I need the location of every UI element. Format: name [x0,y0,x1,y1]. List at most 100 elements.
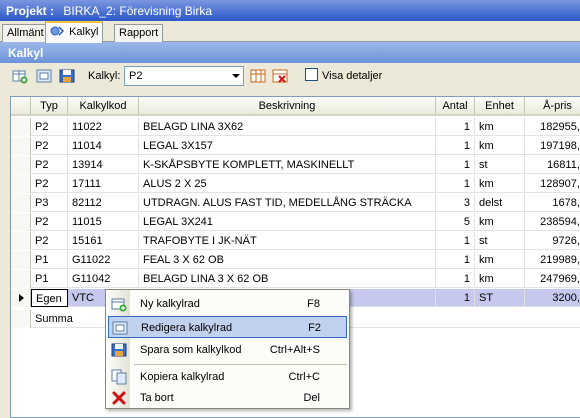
cell-kod[interactable]: 17111 [68,175,139,193]
table-row[interactable]: P217111ALUS 2 X 251km128907,7 [11,175,580,193]
cell-typ[interactable]: Egen [31,289,68,307]
cell-pris[interactable]: 3200,0 [525,289,580,307]
cell-antal[interactable]: 1 [436,156,475,174]
row-header[interactable] [11,156,31,174]
delete-calc-button[interactable] [272,68,288,84]
menu-item-redigera-kalkylrad[interactable]: Redigera kalkylrad F2 [108,316,347,338]
chevron-down-icon[interactable] [232,74,240,78]
edit-calc-button[interactable] [36,68,52,84]
cell-antal[interactable]: 1 [436,289,475,307]
cell-kod[interactable]: 11022 [68,118,139,136]
cell-enhet[interactable]: km [475,213,525,231]
menu-item-kopiera-kalkylrad[interactable]: Kopiera kalkylrad Ctrl+C [108,366,347,388]
table-row[interactable]: P1G11022FEAL 3 X 62 OB1km219989,7 [11,251,580,269]
cell-enhet[interactable]: km [475,137,525,155]
cell-typ[interactable]: P1 [31,270,68,288]
cell-kod[interactable]: 11014 [68,137,139,155]
cell-antal[interactable]: 1 [436,137,475,155]
cell-kod[interactable]: G11022 [68,251,139,269]
cell-besk[interactable]: LEGAL 3X241 [139,213,436,231]
cell-pris[interactable]: 16811,2 [525,156,580,174]
copy-calc-button[interactable] [250,68,266,84]
cell-typ[interactable]: P2 [31,118,68,136]
cell-kod[interactable]: 13914 [68,156,139,174]
new-calc-button[interactable] [12,68,28,84]
cell-pris[interactable]: 197198,1 [525,137,580,155]
menu-item-spara-som-kalkylkod[interactable]: Spara som kalkylkod Ctrl+Alt+S [108,339,347,361]
row-header[interactable] [11,194,31,212]
cell-pris[interactable]: 9726,6 [525,232,580,250]
cell-pris[interactable]: 128907,7 [525,175,580,193]
cell-enhet[interactable]: km [475,270,525,288]
cell-enhet[interactable]: st [475,232,525,250]
cell-antal[interactable]: 3 [436,194,475,212]
cell-typ[interactable]: P2 [31,175,68,193]
cell-kod[interactable]: G11042 [68,270,139,288]
table-row[interactable]: P211014LEGAL 3X1571km197198,1 [11,137,580,155]
cell-besk[interactable]: TRAFOBYTE I JK-NÄT [139,232,436,250]
table-row[interactable]: P215161TRAFOBYTE I JK-NÄT1st9726,6 [11,232,580,250]
row-header[interactable] [11,232,31,250]
column-header-antal[interactable]: Antal [436,97,475,116]
cell-pris[interactable]: 182955,0 [525,118,580,136]
save-calc-button[interactable] [59,68,75,84]
cell-kod[interactable]: 15161 [68,232,139,250]
row-header[interactable] [11,137,31,155]
kalkyl-select[interactable]: P2 [124,66,244,86]
menu-item-ny-kalkylrad[interactable]: Ny kalkylrad F8 [108,293,347,315]
table-row[interactable]: P211022BELAGD LINA 3X621km182955,0 [11,118,580,136]
tab-rapport[interactable]: Rapport [114,24,164,42]
cell-pris[interactable]: 219989,7 [525,251,580,269]
cell-enhet[interactable]: km [475,118,525,136]
cell-besk[interactable]: LEGAL 3X157 [139,137,436,155]
column-header-enhet[interactable]: Enhet [475,97,525,116]
column-header-kalkylkod[interactable]: Kalkylkod [68,97,139,116]
row-header[interactable] [11,213,31,231]
cell-enhet[interactable]: km [475,251,525,269]
cell-typ[interactable]: P2 [31,156,68,174]
cell-pris[interactable]: 1678,0 [525,194,580,212]
cell-antal[interactable]: 1 [436,232,475,250]
visa-detaljer-checkbox[interactable] [305,68,318,81]
cell-typ[interactable]: P2 [31,137,68,155]
row-header[interactable] [11,118,31,136]
column-header-apris[interactable]: Å-pris [525,97,580,116]
cell-typ[interactable]: P2 [31,232,68,250]
table-row[interactable]: P1G11042BELAGD LINA 3 X 62 OB1km247969,9 [11,270,580,288]
column-header-typ[interactable]: Typ [31,97,68,116]
cell-besk[interactable]: FEAL 3 X 62 OB [139,251,436,269]
cell-typ[interactable]: P2 [31,213,68,231]
menu-item-label: Redigera kalkylrad [141,322,233,334]
table-row[interactable]: P3 82112 UTDRAGN. ALUS FAST TID, MEDELLÅNG… [11,194,580,212]
cell-typ[interactable]: P1 [31,251,68,269]
row-header[interactable] [11,270,31,288]
menu-item-ta-bort[interactable]: Ta bort Del [108,387,347,409]
tab-kalkyl[interactable]: Kalkyl [45,21,104,43]
cell-enhet[interactable]: ST [475,289,525,307]
cell-besk[interactable]: K-SKÅPSBYTE KOMPLETT, MASKINELLT [139,156,436,174]
table-row[interactable]: P211015LEGAL 3X2415km238594,1 [11,213,580,231]
column-header-beskrivning[interactable]: Beskrivning [139,97,436,116]
cell-besk[interactable]: ALUS 2 X 25 [139,175,436,193]
cell-antal[interactable]: 1 [436,118,475,136]
cell-kod[interactable]: 82112 [68,194,139,212]
tab-allmant[interactable]: Allmänt [2,24,49,42]
table-row[interactable]: P2 13914 K-SKÅPSBYTE KOMPLETT, MASKINELLT 1… [11,156,580,174]
cell-enhet[interactable]: km [475,175,525,193]
cell-antal[interactable]: 5 [436,213,475,231]
cell-antal[interactable]: 1 [436,251,475,269]
cell-typ[interactable]: P3 [31,194,68,212]
cell-kod[interactable]: 11015 [68,213,139,231]
row-header[interactable] [11,289,31,307]
cell-besk[interactable]: UTDRAGN. ALUS FAST TID, MEDELLÅNG STRÄCK… [139,194,436,212]
row-header[interactable] [11,175,31,193]
cell-antal[interactable]: 1 [436,175,475,193]
cell-antal[interactable]: 1 [436,270,475,288]
cell-pris[interactable]: 238594,1 [525,213,580,231]
cell-besk[interactable]: BELAGD LINA 3 X 62 OB [139,270,436,288]
row-header[interactable] [11,251,31,269]
cell-enhet[interactable]: delst [475,194,525,212]
cell-enhet[interactable]: st [475,156,525,174]
cell-pris[interactable]: 247969,9 [525,270,580,288]
cell-besk[interactable]: BELAGD LINA 3X62 [139,118,436,136]
